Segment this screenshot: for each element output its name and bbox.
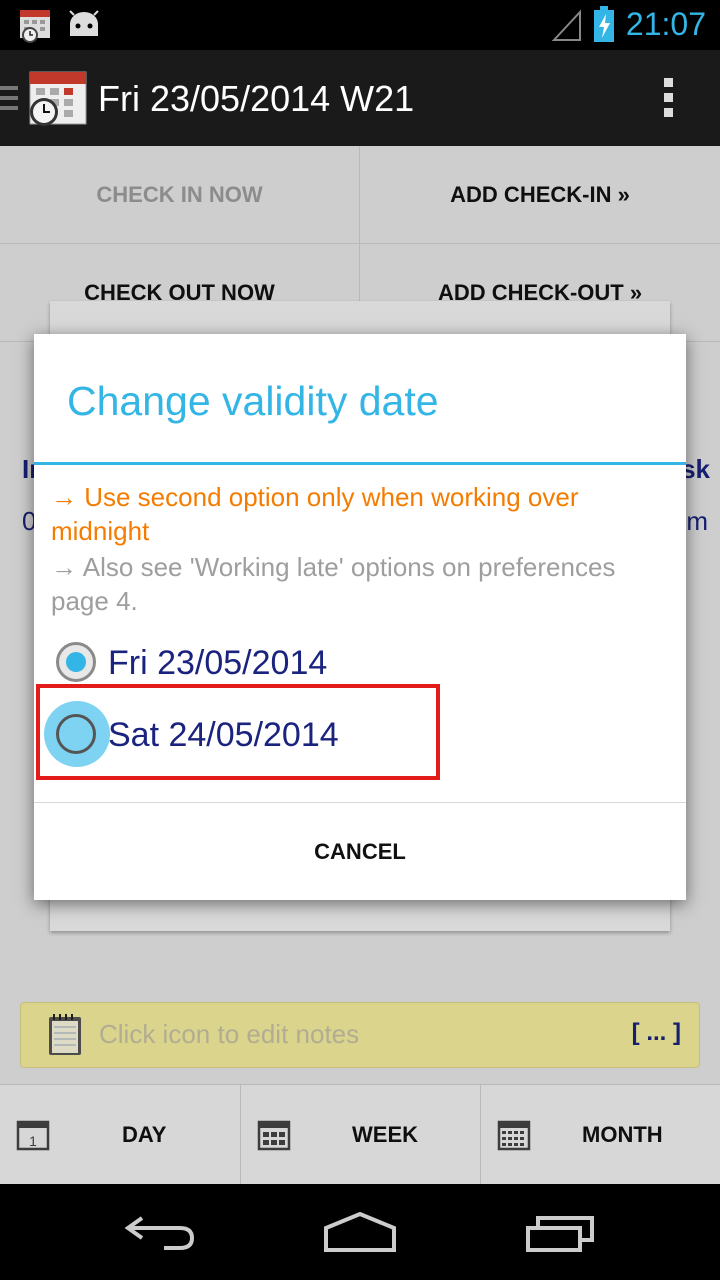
calendar-clock-icon <box>18 6 56 49</box>
battery-charging-icon <box>592 6 616 47</box>
validity-date-dialog: Change validity date → Use second option… <box>34 334 686 900</box>
dialog-warning-text: → Use second option only when working ov… <box>51 482 579 546</box>
app-calendar-icon[interactable] <box>26 66 90 133</box>
overflow-icon[interactable] <box>664 78 674 123</box>
system-nav-bar <box>0 1184 720 1280</box>
menu-icon[interactable] <box>0 84 20 117</box>
back-icon[interactable] <box>124 1212 196 1257</box>
dialog-title-divider <box>34 462 686 465</box>
annotation-highlight-box <box>36 684 440 780</box>
signal-icon <box>551 8 582 47</box>
cancel-button[interactable]: CANCEL <box>34 803 686 900</box>
dialog-title: Change validity date <box>67 378 439 424</box>
home-icon[interactable] <box>322 1211 398 1259</box>
recents-icon[interactable] <box>524 1212 596 1257</box>
status-bar: 21:07 <box>0 0 720 50</box>
status-time: 21:07 <box>625 6 706 42</box>
option-fri-label: Fri 23/05/2014 <box>108 644 328 682</box>
action-bar: Fri 23/05/2014 W21 <box>0 50 720 146</box>
radio-selected-icon[interactable] <box>56 642 96 682</box>
dialog-hint-text: → Also see 'Working late' options on pre… <box>51 552 616 616</box>
page-title: Fri 23/05/2014 W21 <box>98 78 415 119</box>
android-icon <box>66 10 102 43</box>
